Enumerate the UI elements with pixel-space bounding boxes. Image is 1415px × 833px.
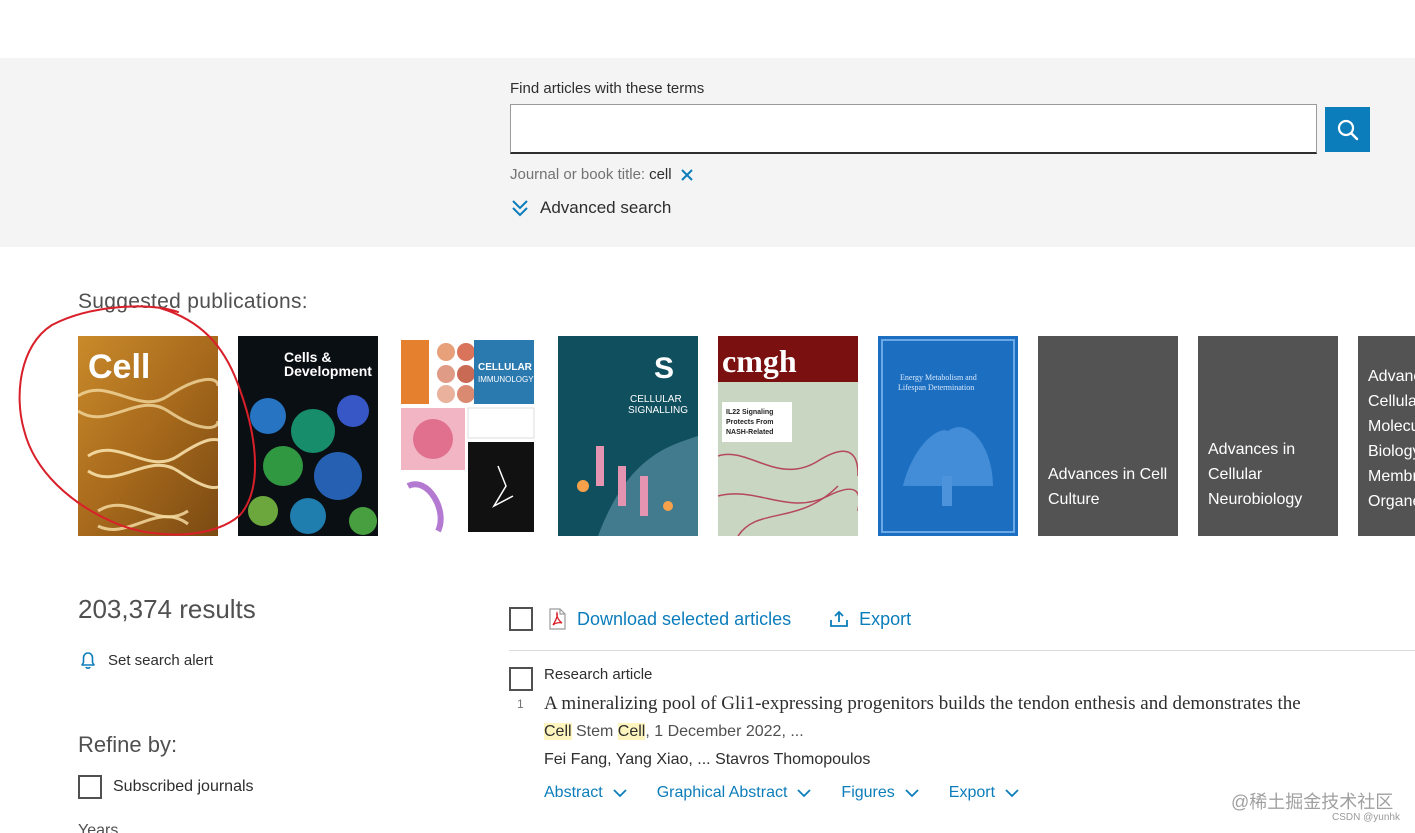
export-label: Export [859, 608, 912, 629]
publication-advances-cell-culture[interactable]: Advances in Cell Culture [1038, 336, 1178, 536]
search-button[interactable] [1325, 107, 1370, 152]
search-label: Find articles with these terms [510, 80, 705, 97]
journal-mid: Stem [571, 723, 618, 740]
abstract-label: Abstract [544, 784, 603, 801]
watermark-subtext: CSDN @yunhk [1332, 812, 1400, 823]
advanced-search-label: Advanced search [540, 198, 672, 217]
publication-cell[interactable]: Cell [78, 336, 218, 536]
article-title-link[interactable]: A mineralizing pool of Gli1-expressing p… [544, 693, 1301, 715]
advanced-search-toggle[interactable]: Advanced search [510, 198, 671, 218]
cellular-signalling-cover-image: S CELLULAR SIGNALLING [558, 336, 698, 536]
graphical-abstract-toggle[interactable]: Graphical Abstract [657, 784, 812, 802]
bell-icon [81, 652, 95, 669]
cmgh-cover-title: cmgh [722, 343, 797, 379]
set-search-alert-label: Set search alert [108, 651, 214, 669]
download-selected-button[interactable]: Download selected articles [547, 608, 791, 630]
chevron-down-icon [613, 789, 627, 798]
filter-value: cell [649, 166, 672, 183]
cell-cover-title: Cell [88, 348, 150, 386]
graphical-abstract-label: Graphical Abstract [656, 784, 788, 801]
cell-cover-image: Cell [78, 336, 218, 536]
article-export-label: Export [948, 784, 996, 801]
abstract-toggle[interactable]: Abstract [544, 784, 627, 802]
journal-highlight: Cell [544, 723, 572, 740]
cellular-immunology-title-2: IMMUNOLOGY [478, 375, 534, 384]
article-number: 1 [517, 697, 524, 711]
cells-development-cover-title-2: Development [284, 363, 372, 379]
publication-advances-cellular-molecular-biology[interactable]: Advances in Cellular and Molecular Biolo… [1358, 336, 1415, 536]
energy-metabolism-title-2: Lifespan Determination [898, 383, 974, 392]
close-icon [680, 168, 693, 181]
cellular-signalling-title-2: SIGNALLING [628, 405, 688, 416]
double-chevron-down-icon [512, 200, 528, 217]
result-count: 203,374 results [78, 594, 256, 624]
publication-advances-cellular-neurobiology[interactable]: Advances in Cellular Neurobiology [1198, 336, 1338, 536]
publication-cellular-immunology[interactable]: CELLULAR IMMUNOLOGY [398, 336, 538, 536]
export-icon [830, 610, 849, 627]
energy-metabolism-cover-image: Energy Metabolism and Lifespan Determina… [878, 336, 1018, 536]
search-input[interactable] [510, 104, 1317, 154]
active-filter: Journal or book title: cell [510, 166, 694, 183]
cellular-immunology-cover-image: CELLULAR IMMUNOLOGY [398, 336, 538, 536]
suggested-publications-heading: Suggested publications: [78, 290, 308, 313]
search-icon [1337, 119, 1358, 140]
set-search-alert-link[interactable]: Set search alert [78, 650, 213, 670]
publication-tile-label: Advances in Cell Culture [1048, 466, 1168, 508]
pdf-icon [549, 608, 566, 630]
suggested-publications-list: Cell Cells & Development CELLULAR IMMUNO… [78, 336, 1415, 536]
figures-label: Figures [841, 784, 895, 801]
journal-highlight: Cell [617, 723, 646, 740]
cmgh-headline: IL22 Signaling [726, 409, 773, 416]
cmgh-headline-2: Protects From [726, 419, 773, 426]
figures-toggle[interactable]: Figures [841, 784, 919, 802]
subscribed-journals-filter[interactable]: Subscribed journals [78, 775, 254, 799]
article-links: Abstract Graphical Abstract Figures Expo… [544, 784, 1049, 802]
cmgh-headline-3: NASH-Related [726, 429, 773, 436]
publication-cells-development[interactable]: Cells & Development [238, 336, 378, 536]
publication-cellular-signalling[interactable]: S CELLULAR SIGNALLING [558, 336, 698, 536]
years-filter-heading: Years [78, 822, 119, 833]
chevron-down-icon [1005, 789, 1019, 798]
energy-metabolism-title: Energy Metabolism and [900, 373, 977, 382]
watermark-text: @稀土掘金技术社区 [1231, 792, 1394, 812]
subscribed-journals-checkbox[interactable] [78, 775, 102, 799]
publication-energy-metabolism[interactable]: Energy Metabolism and Lifespan Determina… [878, 336, 1018, 536]
export-button[interactable]: Export [829, 609, 911, 630]
publication-cmgh[interactable]: cmgh IL22 Signaling Protects From NASH-R… [718, 336, 858, 536]
subscribed-journals-label: Subscribed journals [113, 778, 254, 795]
article-date: , 1 December 2022, ... [645, 723, 804, 740]
article-type: Research article [544, 666, 653, 683]
filter-label: Journal or book title: [510, 166, 646, 183]
download-selected-label: Download selected articles [577, 608, 792, 629]
publication-tile-label: Advances in Cellular Neurobiology [1208, 441, 1303, 508]
refine-heading: Refine by: [78, 732, 178, 757]
select-all-checkbox[interactable] [509, 607, 533, 631]
results-toolbar: Download selected articles Export [509, 607, 911, 631]
cellular-signalling-title: CELLULAR [630, 394, 682, 405]
article-source: Cell Stem Cell, 1 December 2022, ... [544, 723, 804, 741]
toolbar-divider [509, 650, 1415, 651]
publication-tile-label: Advances in Cellular and Molecular Biolo… [1368, 368, 1415, 510]
cellular-immunology-title: CELLULAR [478, 362, 533, 373]
article-select-checkbox[interactable] [509, 667, 533, 691]
article-export-toggle[interactable]: Export [949, 784, 1019, 802]
chevron-down-icon [905, 789, 919, 798]
cells-development-cover-image: Cells & Development [238, 336, 378, 536]
cellular-signalling-logo: S [654, 352, 674, 385]
chevron-down-icon [797, 789, 812, 798]
article-authors: Fei Fang, Yang Xiao, ... Stavros Thomopo… [544, 751, 871, 768]
remove-filter-button[interactable] [680, 168, 694, 182]
cmgh-cover-image: cmgh IL22 Signaling Protects From NASH-R… [718, 336, 858, 536]
